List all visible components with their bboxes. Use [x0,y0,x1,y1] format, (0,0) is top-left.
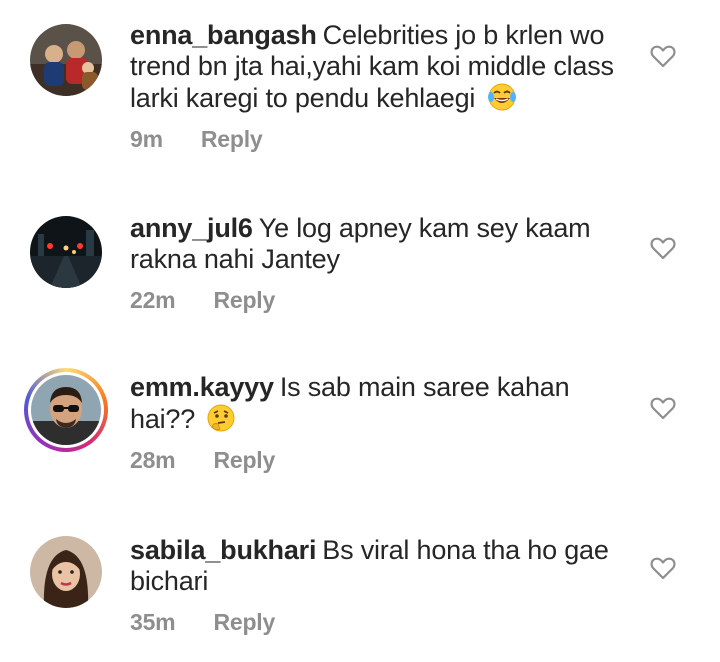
reply-button[interactable]: Reply [213,287,275,313]
comment-body: anny_jul6 Ye log apney kam sey kaam rakna… [130,213,630,316]
comment-body: emm.kayyy Is sab main saree kahan hai?? 2… [130,372,630,476]
heart-icon[interactable] [650,44,676,68]
avatar[interactable] [30,24,102,96]
comment-timestamp: 35m [130,609,176,635]
comment-username[interactable]: anny_jul6 [130,213,253,243]
comment-body: sabila_bukhari Bs viral hona tha ho gae b… [130,535,630,638]
thinking-face-emoji-icon [207,404,235,432]
comment-username[interactable]: enna_bangash [130,20,317,50]
comment-timestamp: 28m [130,447,176,473]
comment-username[interactable]: sabila_bukhari [130,535,316,565]
avatar[interactable] [30,216,102,288]
avatar-story-ring[interactable] [24,368,108,452]
heart-icon[interactable] [650,396,676,420]
comment-meta: 9m Reply [130,124,630,155]
laughing-tears-emoji-icon [487,83,516,111]
comment-body: enna_bangash Celebrities jo b krlen wo tr… [130,20,630,155]
heart-icon[interactable] [650,236,676,260]
comment-timestamp: 9m [130,126,163,152]
reply-button[interactable]: Reply [213,609,275,635]
avatar [31,375,101,445]
comment-meta: 22m Reply [130,285,630,316]
comment-meta: 35m Reply [130,607,630,638]
comment-item: anny_jul6 Ye log apney kam sey kaam rakna… [0,180,720,340]
reply-button[interactable]: Reply [201,126,263,152]
comment-meta: 28m Reply [130,445,630,476]
comment-item: emm.kayyy Is sab main saree kahan hai?? 2… [0,342,720,502]
comment-item: enna_bangash Celebrities jo b krlen wo tr… [0,0,720,160]
comment-username[interactable]: emm.kayyy [130,372,274,402]
avatar[interactable] [30,536,102,608]
comment-item: sabila_bukhari Bs viral hona tha ho gae b… [0,502,720,662]
comment-timestamp: 22m [130,287,176,313]
reply-button[interactable]: Reply [213,447,275,473]
heart-icon[interactable] [650,556,676,580]
